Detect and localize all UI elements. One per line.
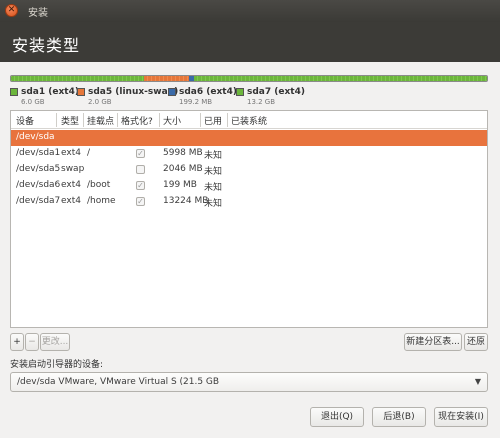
cell-device: /dev/sda5 bbox=[16, 164, 61, 174]
cell-mount: / bbox=[87, 148, 91, 158]
column-header-device[interactable]: 设备 bbox=[16, 114, 34, 127]
partition-bar bbox=[10, 75, 488, 82]
quit-button[interactable]: 退出(Q) bbox=[310, 407, 364, 427]
legend-size: 2.0 GB bbox=[88, 98, 112, 106]
column-header-used[interactable]: 已用 bbox=[204, 114, 222, 127]
cell-used: 未知 bbox=[204, 167, 223, 177]
cell-type: swap bbox=[61, 164, 85, 174]
cell-used: 未知 bbox=[204, 151, 223, 161]
table-row[interactable]: /dev/sda6 ext4 /boot ✓ 199 MB 未知 bbox=[11, 178, 487, 194]
installer-window: ✕ 安装 安装类型 sda1 (ext4) 6.0 GB sda5 (linux… bbox=[0, 0, 500, 438]
bootloader-label: 安装启动引导器的设备: bbox=[10, 360, 104, 370]
column-header-mount[interactable]: 挂载点 bbox=[87, 114, 114, 127]
legend-swatch bbox=[10, 88, 18, 96]
format-checkbox[interactable]: ✓ bbox=[136, 149, 145, 158]
add-partition-button[interactable]: + bbox=[10, 333, 24, 351]
window-title: 安装 bbox=[28, 8, 48, 19]
legend-size: 199.2 MB bbox=[179, 98, 213, 106]
new-partition-table-button[interactable]: 新建分区表... bbox=[404, 333, 462, 351]
legend-swatch bbox=[77, 88, 85, 96]
cell-used: 未知 bbox=[204, 183, 223, 193]
remove-partition-button[interactable]: − bbox=[25, 333, 39, 351]
chevron-down-icon: ▼ bbox=[474, 377, 481, 386]
cell-type: ext4 bbox=[61, 180, 81, 190]
table-row-device[interactable]: /dev/sda bbox=[11, 130, 487, 146]
revert-button[interactable]: 还原 bbox=[464, 333, 488, 351]
bootloader-selected-value: /dev/sda VMware, VMware Virtual S (21.5 … bbox=[17, 377, 220, 387]
legend-label: sda7 (ext4) bbox=[247, 87, 305, 97]
title-bar: ✕ 安装 bbox=[0, 0, 500, 22]
cell-size: 2046 MB bbox=[163, 164, 203, 174]
cell-type: ext4 bbox=[61, 196, 81, 206]
cell-mount: /boot bbox=[87, 180, 111, 190]
column-header-size[interactable]: 大小 bbox=[163, 114, 181, 127]
cell-device: /dev/sda bbox=[16, 132, 55, 142]
cell-type: ext4 bbox=[61, 148, 81, 158]
back-button[interactable]: 后退(B) bbox=[372, 407, 426, 427]
legend-label: sda1 (ext4) bbox=[21, 87, 79, 97]
legend-label: sda5 (linux-swap) bbox=[88, 87, 179, 97]
close-icon[interactable]: ✕ bbox=[5, 4, 18, 17]
column-divider bbox=[56, 113, 57, 127]
format-checkbox[interactable]: ✓ bbox=[136, 181, 145, 190]
partition-bar-segment-sda7 bbox=[193, 76, 487, 81]
partition-bar-segment-sda5 bbox=[144, 76, 190, 81]
install-now-button[interactable]: 现在安装(I) bbox=[434, 407, 488, 427]
column-header-installed-system[interactable]: 已装系统 bbox=[231, 114, 267, 127]
cell-device: /dev/sda1 bbox=[16, 148, 61, 158]
column-divider bbox=[117, 113, 118, 127]
legend-label: sda6 (ext4) bbox=[179, 87, 237, 97]
legend-size: 13.2 GB bbox=[247, 98, 276, 106]
cell-used: 未知 bbox=[204, 199, 223, 209]
partition-table: 设备 类型 挂载点 格式化? 大小 已用 已装系统 /dev/sda /dev/… bbox=[10, 110, 488, 328]
table-header: 设备 类型 挂载点 格式化? 大小 已用 已装系统 bbox=[11, 111, 487, 129]
cell-size: 199 MB bbox=[163, 180, 197, 190]
cell-size: 5998 MB bbox=[163, 148, 203, 158]
column-divider bbox=[159, 113, 160, 127]
cell-device: /dev/sda6 bbox=[16, 180, 61, 190]
format-checkbox[interactable]: ✓ bbox=[136, 197, 145, 206]
column-divider bbox=[200, 113, 201, 127]
cell-mount: /home bbox=[87, 196, 116, 206]
table-row[interactable]: /dev/sda5 swap 2046 MB 未知 bbox=[11, 162, 487, 178]
page-header: 安装类型 bbox=[0, 22, 500, 62]
legend-swatch bbox=[168, 88, 176, 96]
column-header-type[interactable]: 类型 bbox=[61, 114, 79, 127]
partition-bar-segment-sda1 bbox=[11, 76, 145, 81]
change-partition-button[interactable]: 更改... bbox=[40, 333, 70, 351]
table-row[interactable]: /dev/sda1 ext4 / ✓ 5998 MB 未知 bbox=[11, 146, 487, 162]
legend-swatch bbox=[236, 88, 244, 96]
cell-size: 13224 MB bbox=[163, 196, 209, 206]
column-header-format[interactable]: 格式化? bbox=[121, 114, 153, 127]
legend-size: 6.0 GB bbox=[21, 98, 45, 106]
bootloader-device-select[interactable]: /dev/sda VMware, VMware Virtual S (21.5 … bbox=[10, 372, 488, 392]
table-row[interactable]: /dev/sda7 ext4 /home ✓ 13224 MB 未知 bbox=[11, 194, 487, 210]
column-divider bbox=[83, 113, 84, 127]
format-checkbox[interactable] bbox=[136, 165, 145, 174]
page-title: 安装类型 bbox=[12, 36, 81, 55]
column-divider bbox=[227, 113, 228, 127]
cell-device: /dev/sda7 bbox=[16, 196, 61, 206]
